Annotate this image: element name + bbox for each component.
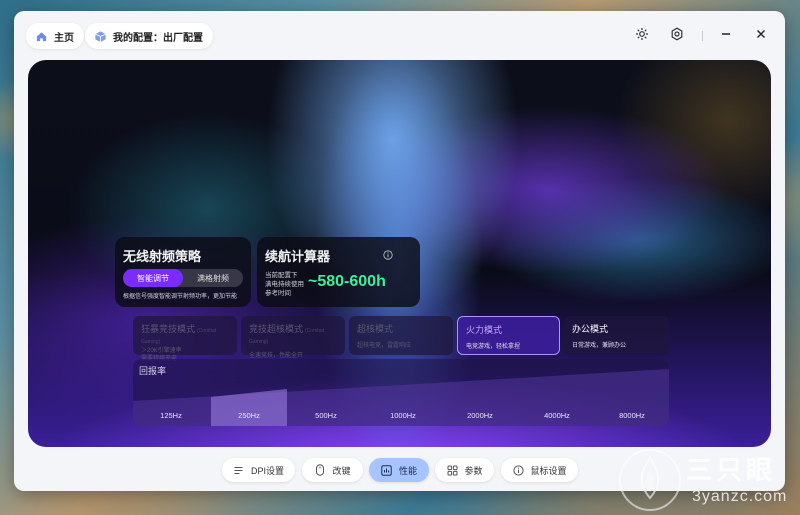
battery-desc-line: 满电持续使用: [265, 281, 304, 288]
mode-title: 火力模式: [466, 325, 503, 335]
rf-option-smart[interactable]: 智能调节: [123, 269, 183, 287]
chart-icon: [381, 464, 393, 476]
nav-parameters[interactable]: 参数: [435, 458, 494, 482]
watermark-url: 3yanzc.com: [692, 488, 788, 505]
home-label: 主页: [54, 32, 74, 44]
rate-option-250[interactable]: 250Hz: [211, 376, 287, 426]
rate-option-4000[interactable]: 4000Hz: [519, 376, 595, 426]
nav-label: DPI设置: [250, 465, 284, 476]
home-button[interactable]: 主页: [26, 23, 84, 49]
sun-icon: [635, 27, 649, 46]
mode-card-office[interactable]: 办公模式 日常游戏，兼顾办公: [564, 316, 669, 355]
polling-rate-panel: 回报率 125Hz 250Hz 500Hz 1000Hz 2000Hz 4000…: [133, 359, 669, 426]
mode-title: 超核模式: [357, 324, 394, 334]
nav-label: 改键: [332, 465, 351, 476]
mode-card-berserk[interactable]: 狂暴竞技模式(Combat Gaming) ＞20K引擎速率 需要持续充电: [133, 316, 237, 362]
rf-mode-toggle: 智能调节 满格射频: [123, 269, 243, 287]
rate-option-8000[interactable]: 8000Hz: [595, 376, 669, 426]
app-window: 主页 我的配置：出厂配置 无线射频策略 智能调节 满格射频 根据信号强度智能调节…: [14, 11, 785, 491]
rf-option-full[interactable]: 满格射频: [183, 269, 243, 287]
nav-key-remap[interactable]: 改键: [302, 458, 363, 482]
nav-label: 鼠标设置: [530, 465, 567, 476]
rf-card-description: 根据信号强度智能调节射频功率，更加节能: [123, 294, 238, 300]
lighting-button[interactable]: [630, 24, 654, 48]
nav-dpi-settings[interactable]: DPI设置: [222, 458, 295, 482]
rate-option-1000[interactable]: 1000Hz: [365, 376, 441, 426]
info-icon[interactable]: [383, 247, 393, 260]
config-label: 我的配置：出厂配置: [113, 32, 203, 44]
mode-title: 办公模式: [572, 324, 609, 334]
battery-desc-line: 当前配置下: [265, 272, 298, 279]
nav-mouse-settings[interactable]: 鼠标设置: [501, 458, 578, 482]
title-bar: 主页 我的配置：出厂配置: [14, 11, 785, 59]
mode-desc: 超核电竞，雷霆响应: [357, 343, 412, 349]
battery-hours-value: ~580-600h: [308, 273, 386, 290]
close-button[interactable]: [749, 24, 773, 48]
watermark-text: 三只眼: [686, 455, 777, 485]
info-icon: [512, 464, 524, 476]
minimize-button[interactable]: [714, 24, 738, 48]
rate-option-500[interactable]: 500Hz: [288, 376, 364, 426]
titlebar-divider: [702, 31, 703, 41]
mouse-icon: [314, 464, 326, 476]
gear-icon: [670, 27, 684, 46]
mode-desc: 全速竞技，性能全开: [249, 353, 304, 359]
rf-card-title: 无线射频策略: [123, 249, 202, 264]
close-icon: [755, 27, 767, 45]
grid-icon: [446, 464, 458, 476]
config-button[interactable]: 我的配置：出厂配置: [85, 23, 213, 49]
rate-option-125[interactable]: 125Hz: [133, 376, 209, 426]
mode-card-firepower[interactable]: 火力模式 电竞游戏，轻松拿捏: [457, 316, 560, 355]
nav-label: 性能: [398, 465, 417, 476]
mode-title: 竞技超核模式 (Combat Gaming): [249, 324, 325, 345]
battery-calculator-card: 续航计算器 当前配置下 满电持续使用 参考时间 ~580-600h: [257, 237, 420, 307]
mode-desc: 日常游戏，兼顾办公: [572, 343, 627, 349]
battery-card-title: 续航计算器: [265, 249, 331, 264]
mode-desc: 电竞游戏，轻松拿捏: [466, 344, 521, 350]
battery-desc: 当前配置下 满电持续使用 参考时间: [265, 271, 304, 298]
home-icon: [34, 29, 48, 43]
mode-card-competitive-ultra[interactable]: 竞技超核模式 (Combat Gaming) 全速竞技，性能全开: [241, 316, 345, 359]
dpi-icon: [233, 464, 245, 476]
mode-card-ultra[interactable]: 超核模式 超核电竞，雷霆响应: [349, 316, 453, 355]
cube-icon: [93, 29, 107, 43]
minimize-icon: [720, 27, 732, 45]
watermark-logo: [619, 449, 681, 511]
mode-title: 狂暴竞技模式 (Combat Gaming): [141, 324, 217, 345]
nav-performance[interactable]: 性能: [369, 458, 429, 482]
settings-button[interactable]: [665, 24, 689, 48]
performance-hero-panel: 无线射频策略 智能调节 满格射频 根据信号强度智能调节射频功率，更加节能 续航计…: [28, 60, 771, 447]
watermark: 三只眼 3yanzc.com: [612, 440, 800, 515]
nav-label: 参数: [464, 465, 483, 476]
rate-option-2000[interactable]: 2000Hz: [442, 376, 518, 426]
battery-desc-line: 参考时间: [265, 290, 291, 297]
rf-strategy-card: 无线射频策略 智能调节 满格射频 根据信号强度智能调节射频功率，更加节能: [115, 237, 251, 307]
